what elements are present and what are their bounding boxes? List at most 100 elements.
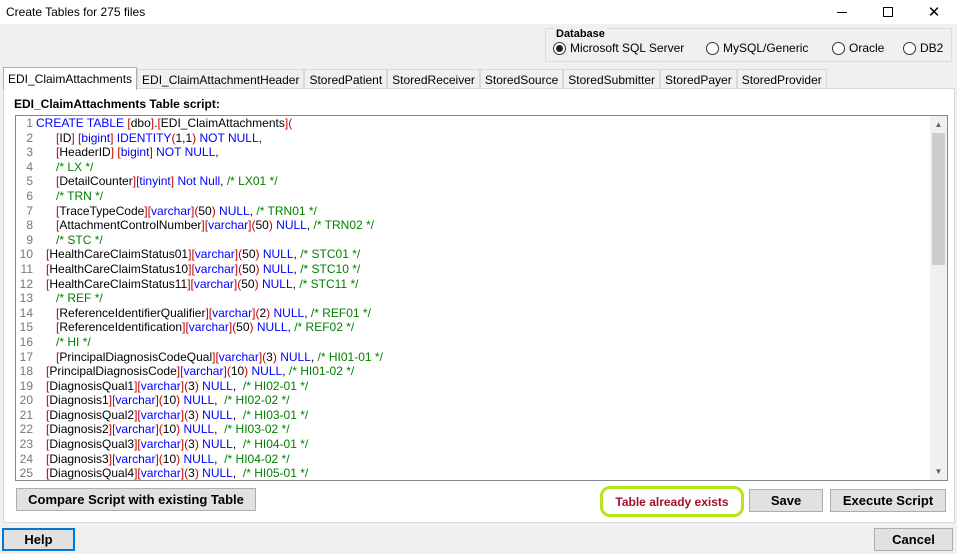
radio-mysql-label: MySQL/Generic xyxy=(723,41,809,55)
code-line: 6 /* TRN */ xyxy=(16,189,929,204)
radio-mssql[interactable]: Microsoft SQL Server xyxy=(553,41,684,55)
line-text: [TraceTypeCode][varchar](50) NULL, /* TR… xyxy=(56,203,317,218)
line-number: 20 xyxy=(19,393,33,408)
close-icon: ✕ xyxy=(927,3,941,21)
tab-edi-claimattachments[interactable]: EDI_ClaimAttachments xyxy=(3,67,138,90)
line-text: [PrincipalDiagnosisCodeQual][varchar](3)… xyxy=(56,349,383,364)
code-line: 24 [Diagnosis3][varchar](10) NULL, /* HI… xyxy=(16,452,929,467)
line-text: /* LX */ xyxy=(56,159,94,174)
execute-script-button[interactable]: Execute Script xyxy=(830,489,946,512)
code-line: 22 [Diagnosis2][varchar](10) NULL, /* HI… xyxy=(16,422,929,437)
line-text: /* HI */ xyxy=(56,334,91,349)
line-number: 8 xyxy=(26,218,33,233)
line-text: [DiagnosisQual3][varchar](3) NULL, /* HI… xyxy=(46,437,309,452)
code-line: 4 /* LX */ xyxy=(16,160,929,175)
code-line: 19 [DiagnosisQual1][varchar](3) NULL, /*… xyxy=(16,379,929,394)
title-bar: Create Tables for 275 files ✕ xyxy=(0,0,957,24)
line-number: 18 xyxy=(19,364,33,379)
line-text: [DiagnosisQual4][varchar](3) NULL, /* HI… xyxy=(46,466,309,480)
tab-panel: EDI_ClaimAttachments Table script: 1 CREA… xyxy=(3,88,955,523)
code-line: 12 [HealthCareClaimStatus11][varchar](50… xyxy=(16,277,929,292)
line-number: 16 xyxy=(19,334,33,349)
radio-oracle[interactable]: Oracle xyxy=(832,41,884,55)
line-number: 25 xyxy=(19,466,33,480)
tab-storedpatient[interactable]: StoredPatient xyxy=(304,69,388,90)
line-number: 11 xyxy=(20,261,33,276)
script-label: EDI_ClaimAttachments Table script: xyxy=(14,97,220,111)
code-line: 17 [PrincipalDiagnosisCodeQual][varchar]… xyxy=(16,350,929,365)
compare-script-button[interactable]: Compare Script with existing Table xyxy=(16,488,256,511)
scroll-down-icon[interactable]: ▼ xyxy=(930,463,947,480)
line-number: 22 xyxy=(19,422,33,437)
scroll-up-icon[interactable]: ▲ xyxy=(930,116,947,133)
line-text: /* STC */ xyxy=(56,232,103,247)
line-text: [ID] [bigint] IDENTITY(1,1) NOT NULL, xyxy=(56,130,262,145)
table-tabs: EDI_ClaimAttachments EDI_ClaimAttachment… xyxy=(3,67,827,90)
line-text: [HealthCareClaimStatus01][varchar](50) N… xyxy=(46,247,361,262)
line-text: /* TRN */ xyxy=(56,188,104,203)
code-line: 20 [Diagnosis1][varchar](10) NULL, /* HI… xyxy=(16,393,929,408)
table-exists-status: Table already exists xyxy=(600,486,744,517)
code-line: 18 [PrincipalDiagnosisCode][varchar](10)… xyxy=(16,364,929,379)
code-area[interactable]: 1 CREATE TABLE [dbo].[EDI_ClaimAttachment… xyxy=(16,116,929,480)
line-text: /* REF */ xyxy=(56,291,103,306)
cancel-button[interactable]: Cancel xyxy=(874,528,953,551)
tab-edi-claimattachmentheader[interactable]: EDI_ClaimAttachmentHeader xyxy=(137,69,305,90)
tab-storedreceiver[interactable]: StoredReceiver xyxy=(387,69,480,90)
minimize-icon xyxy=(837,11,847,13)
line-number: 5 xyxy=(26,174,33,189)
radio-mysql-indicator[interactable] xyxy=(706,41,719,55)
database-legend: Database xyxy=(554,28,607,40)
line-number: 21 xyxy=(19,407,33,422)
radio-mssql-indicator[interactable] xyxy=(553,41,566,55)
radio-oracle-indicator[interactable] xyxy=(832,41,845,55)
line-text: [HeaderID] [bigint] NOT NULL, xyxy=(56,145,219,160)
tab-storedprovider[interactable]: StoredProvider xyxy=(736,69,827,90)
code-line: 8 [AttachmentControlNumber][varchar](50)… xyxy=(16,218,929,233)
code-line: 5 [DetailCounter][tinyint] Not Null, /* … xyxy=(16,174,929,189)
minimize-button[interactable] xyxy=(819,0,865,24)
code-line: 10 [HealthCareClaimStatus01][varchar](50… xyxy=(16,247,929,262)
line-number: 3 xyxy=(26,145,33,160)
radio-db2[interactable]: DB2 xyxy=(903,41,943,55)
radio-mssql-label: Microsoft SQL Server xyxy=(570,41,685,55)
code-line: 9 /* STC */ xyxy=(16,233,929,248)
tab-storedpayer[interactable]: StoredPayer xyxy=(660,69,737,90)
tab-storedsource[interactable]: StoredSource xyxy=(479,69,564,90)
line-number: 2 xyxy=(26,130,33,145)
line-number: 24 xyxy=(19,451,33,466)
line-number: 1 xyxy=(26,116,33,130)
line-text: [HealthCareClaimStatus11][varchar](50) N… xyxy=(46,276,359,291)
code-line: 1 CREATE TABLE [dbo].[EDI_ClaimAttachment… xyxy=(16,116,929,131)
code-line: 21 [DiagnosisQual2][varchar](3) NULL, /*… xyxy=(16,408,929,423)
code-line: 3 [HeaderID] [bigint] NOT NULL, xyxy=(16,145,929,160)
script-editor[interactable]: 1 CREATE TABLE [dbo].[EDI_ClaimAttachment… xyxy=(15,115,948,481)
scroll-thumb[interactable] xyxy=(932,133,945,265)
maximize-button[interactable] xyxy=(865,0,911,24)
code-line: 14 [ReferenceIdentifierQualifier][varcha… xyxy=(16,306,929,321)
code-line: 13 /* REF */ xyxy=(16,291,929,306)
code-line: 25 [DiagnosisQual4][varchar](3) NULL, /*… xyxy=(16,466,929,480)
window-title: Create Tables for 275 files xyxy=(6,5,146,19)
close-button[interactable]: ✕ xyxy=(911,0,957,24)
radio-mysql[interactable]: MySQL/Generic xyxy=(706,41,808,55)
line-number: 19 xyxy=(19,378,33,393)
line-text: [Diagnosis1][varchar](10) NULL, /* HI02-… xyxy=(46,393,290,408)
line-number: 6 xyxy=(26,188,33,203)
radio-db2-indicator[interactable] xyxy=(903,41,916,55)
tab-storedsubmitter[interactable]: StoredSubmitter xyxy=(563,69,660,90)
code-line: 2 [ID] [bigint] IDENTITY(1,1) NOT NULL, xyxy=(16,131,929,146)
line-number: 17 xyxy=(19,349,33,364)
line-number: 10 xyxy=(19,247,33,262)
code-line: 11 [HealthCareClaimStatus10][varchar](50… xyxy=(16,262,929,277)
database-group: Database Microsoft SQL Server MySQL/Gene… xyxy=(545,28,952,62)
help-button[interactable]: Help xyxy=(2,528,75,551)
radio-db2-label: DB2 xyxy=(920,41,944,55)
save-button[interactable]: Save xyxy=(749,489,823,512)
code-line: 23 [DiagnosisQual3][varchar](3) NULL, /*… xyxy=(16,437,929,452)
line-number: 23 xyxy=(19,437,33,452)
line-text: [DiagnosisQual1][varchar](3) NULL, /* HI… xyxy=(46,378,309,393)
line-text: [DetailCounter][tinyint] Not Null, /* LX… xyxy=(56,174,278,189)
vertical-scrollbar[interactable]: ▲ ▼ xyxy=(930,116,947,480)
line-text: CREATE TABLE [dbo].[EDI_ClaimAttachments… xyxy=(36,116,293,130)
